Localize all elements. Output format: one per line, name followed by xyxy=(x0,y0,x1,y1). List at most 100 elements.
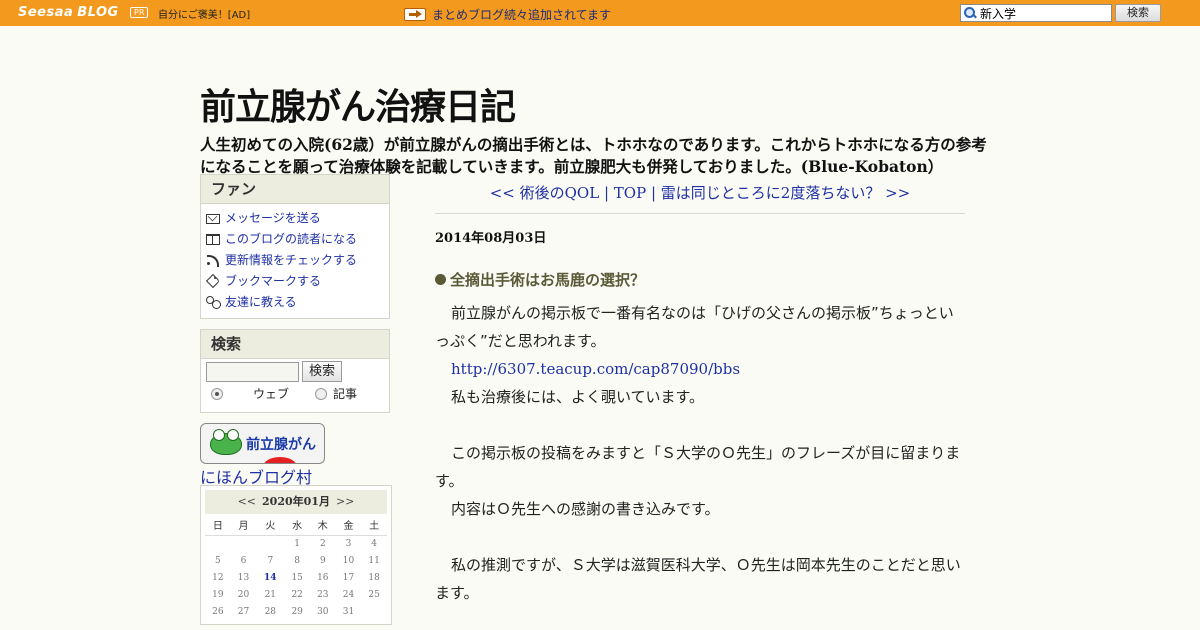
calendar-day: 29 xyxy=(291,606,303,617)
search-row: 検索 xyxy=(201,359,389,382)
entry-title[interactable]: 全摘出手術はお馬鹿の選択？ xyxy=(435,269,645,290)
calendar-day: 24 xyxy=(342,589,355,600)
sidebar-search-input[interactable] xyxy=(206,361,299,382)
logo-blog: BLOG xyxy=(77,5,119,20)
fan-item-label[interactable]: このブログの読者になる xyxy=(225,230,357,247)
nav-separator: | xyxy=(646,184,661,202)
top-link[interactable]: TOP xyxy=(614,184,646,202)
calendar-grid: 日月火水木金土 1 2 3 4 5 6 7 8 9 10 11 12 13 14 15 16 17 18 19 20 2… xyxy=(205,514,387,620)
entry-body: 前立腺がんの掲示板で一番有名なのは「ひげの父さんの掲示板”ちょっといっぷく”だと… xyxy=(435,299,965,607)
calendar-day: 5 xyxy=(214,555,221,566)
calendar-header: << 2020年01月 >> xyxy=(205,490,387,514)
arrow-right-icon xyxy=(404,8,426,21)
nav-separator: | xyxy=(599,184,614,202)
calendar-day[interactable]: 14 xyxy=(256,569,284,586)
calendar-day: 19 xyxy=(212,589,224,600)
entry-paragraph: 私の推測ですが、Ｓ大学は滋賀医科大学、Ｏ先生は岡本先生のことだと思います。 xyxy=(435,556,961,602)
blog-title[interactable]: 前立腺がん治療日記 xyxy=(200,78,516,130)
calendar-day: 27 xyxy=(237,606,250,617)
entry-date: 2014年08月03日 xyxy=(435,231,547,246)
calendar-day xyxy=(205,535,231,552)
seesaa-blog-logo[interactable]: Seesaa BLOG xyxy=(18,5,119,21)
top-search-box xyxy=(960,4,1112,22)
calendar-weekdays: 日月火水木金土 xyxy=(205,514,387,536)
sun-icon xyxy=(263,457,297,463)
divider xyxy=(435,213,965,214)
fan-item-share[interactable]: 友達に教える xyxy=(206,291,389,312)
sidebar-search-button[interactable]: 検索 xyxy=(302,361,342,382)
fan-item-subscribe[interactable]: このブログの読者になる xyxy=(206,228,389,249)
prev-entry-link[interactable]: << 術後のQOL xyxy=(490,184,599,202)
notice[interactable]: まとめブログ続々追加されてます xyxy=(404,6,611,23)
tag-icon xyxy=(206,274,220,287)
ad-link[interactable]: 自分にご褒美！[AD] xyxy=(158,6,250,21)
pr-badge: PR xyxy=(130,7,149,18)
calendar-day: 20 xyxy=(237,589,250,600)
entry-navigation: << 術後のQOL | TOP | 雷は同じところに2度落ちない？ >> xyxy=(435,182,965,203)
calendar-week: 1 2 3 4 xyxy=(205,535,387,552)
calendar-next[interactable]: >> xyxy=(336,495,354,508)
feed-icon xyxy=(206,253,220,267)
fan-item-label[interactable]: 友達に教える xyxy=(225,293,297,310)
calendar-week: 5 6 7 8 9 10 11 xyxy=(205,552,387,569)
fan-item-bookmark[interactable]: ブックマークする xyxy=(206,270,389,291)
entry-title-text[interactable]: 全摘出手術はお馬鹿の選択？ xyxy=(450,269,645,290)
calendar-day: 2 xyxy=(319,538,326,549)
entry-paragraph: 前立腺がんの掲示板で一番有名なのは「ひげの父さんの掲示板”ちょっといっぷく”だと… xyxy=(435,304,954,350)
calendar-prev[interactable]: << xyxy=(238,495,256,508)
search-heading: 検索 xyxy=(201,330,389,359)
calendar-day: 1 xyxy=(294,538,301,549)
fan-panel: ファン メッセージを送る このブログの読者になる 更新情報をチェックする ブック… xyxy=(200,174,390,319)
envelope-icon xyxy=(206,213,220,224)
calendar-day xyxy=(361,603,387,620)
radio-web[interactable] xyxy=(211,387,223,400)
radio-web-label[interactable]: ウェブ xyxy=(253,385,289,402)
calendar-day: 12 xyxy=(212,572,224,583)
calendar-day: 7 xyxy=(267,555,274,566)
calendar-body: 1 2 3 4 5 6 7 8 9 10 11 12 13 14 15 16 17 18 19 20 21 22 23 24 2… xyxy=(205,535,387,620)
calendar-day: 4 xyxy=(371,538,377,549)
calendar-day: 13 xyxy=(237,572,250,583)
fan-item-label[interactable]: ブックマークする xyxy=(225,272,321,289)
blog-description: 人生初めての入院(62歳）が前立腺がんの摘出手術とは、トホホなのであります。これ… xyxy=(200,135,987,176)
calendar-week: 26 27 28 29 30 31 xyxy=(205,603,387,620)
calendar-day: 30 xyxy=(317,606,329,617)
calendar-day: 16 xyxy=(317,572,329,583)
nihon-blog-banner[interactable]: 前立腺がん xyxy=(200,423,325,464)
calendar-day: 6 xyxy=(240,555,247,566)
calendar-day: 23 xyxy=(317,589,329,600)
radio-article[interactable] xyxy=(315,387,328,400)
fan-item-feed[interactable]: 更新情報をチェックする xyxy=(206,249,389,270)
calendar-day: 15 xyxy=(291,572,303,583)
fan-item-message[interactable]: メッセージを送る xyxy=(206,207,389,228)
next-entry-link[interactable]: 雷は同じところに2度落ちない？ >> xyxy=(661,184,910,202)
radio-article-label[interactable]: 記事 xyxy=(333,385,357,402)
logo-brand: Seesaa xyxy=(18,5,74,20)
calendar-day xyxy=(231,535,257,552)
calendar-day: 31 xyxy=(342,606,355,617)
entry-paragraph: この掲示板の投稿をみますと「Ｓ大学のＯ先生」のフレーズが目に留まります。 xyxy=(435,444,961,490)
calendar-day xyxy=(256,535,284,552)
calendar-weekday: 月 xyxy=(230,514,257,536)
bullet-icon xyxy=(435,274,446,285)
calendar-weekday: 金 xyxy=(335,514,362,536)
notice-link[interactable]: まとめブログ続々追加されてます xyxy=(432,6,611,23)
calendar-weekday: 火 xyxy=(256,514,285,536)
bbs-link[interactable]: http://6307.teacup.com/cap87090/bbs xyxy=(435,355,965,383)
calendar-day: 17 xyxy=(342,572,355,583)
calendar-day: 8 xyxy=(294,555,301,566)
calendar-weekday: 日 xyxy=(205,514,231,536)
calendar-weekday: 木 xyxy=(309,514,336,536)
fan-item-label[interactable]: 更新情報をチェックする xyxy=(225,251,357,268)
fan-item-label[interactable]: メッセージを送る xyxy=(225,209,321,226)
top-search-input[interactable] xyxy=(980,6,1108,20)
calendar: << 2020年01月 >> 日月火水木金土 1 2 3 4 5 6 7 8 9 10 11 12 13 14… xyxy=(200,485,392,625)
top-search-button[interactable]: 検索 xyxy=(1115,4,1161,22)
friends-icon xyxy=(206,295,221,309)
calendar-day: 10 xyxy=(342,555,355,566)
search-icon xyxy=(963,6,977,20)
calendar-day: 25 xyxy=(368,589,380,600)
calendar-month: 2020年01月 xyxy=(262,495,330,508)
